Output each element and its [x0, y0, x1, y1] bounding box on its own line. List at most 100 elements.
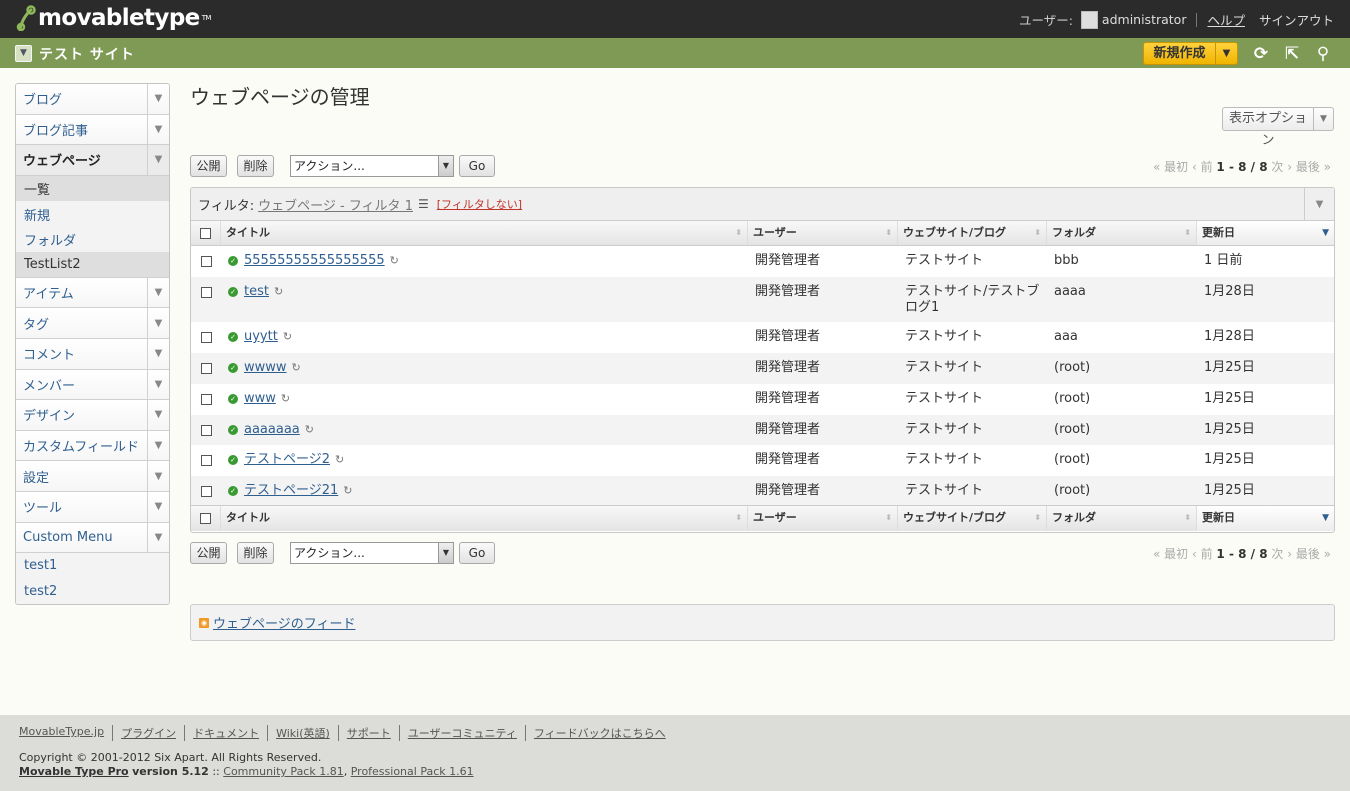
view-page-icon[interactable]: ↻: [335, 452, 344, 468]
webpage-feed-link[interactable]: ウェブページのフィード: [213, 613, 355, 632]
row-checkbox[interactable]: [200, 486, 212, 497]
sidebar-subitem-list[interactable]: 一覧: [16, 175, 169, 202]
title-link[interactable]: テストページ21: [244, 483, 338, 499]
display-options-button[interactable]: 表示オプション ▼: [1222, 107, 1334, 148]
search-icon[interactable]: ⚲: [1313, 44, 1333, 64]
column-header-site[interactable]: ウェブサイト/ブログ ⬍: [898, 221, 1047, 245]
title-link[interactable]: 55555555555555555: [244, 253, 385, 269]
title-link[interactable]: テストページ2: [244, 452, 330, 468]
view-page-icon[interactable]: ↻: [292, 360, 301, 376]
row-checkbox[interactable]: [200, 455, 212, 466]
row-checkbox[interactable]: [200, 332, 212, 343]
sidebar-subitem-testlist2[interactable]: TestList2: [16, 252, 169, 278]
select-all-checkbox[interactable]: [200, 227, 211, 239]
title-link[interactable]: aaaaaaa: [244, 422, 300, 438]
community-pack-link[interactable]: Community Pack 1.81: [223, 765, 343, 778]
row-checkbox[interactable]: [200, 256, 212, 267]
new-create-dropdown-icon[interactable]: ▼: [1216, 43, 1237, 64]
view-page-icon[interactable]: ↻: [305, 422, 314, 438]
chevron-down-icon[interactable]: ▼: [147, 430, 169, 461]
delete-button[interactable]: 削除: [237, 542, 274, 564]
footer-link-plugins[interactable]: プラグイン: [112, 725, 184, 741]
title-link[interactable]: test: [244, 284, 269, 300]
publish-button[interactable]: 公開: [190, 542, 227, 564]
view-site-icon[interactable]: ⇱: [1282, 44, 1302, 64]
row-checkbox[interactable]: [200, 394, 212, 405]
row-checkbox[interactable]: [200, 287, 212, 298]
delete-button[interactable]: 削除: [237, 155, 274, 177]
chevron-down-icon[interactable]: ▼: [1304, 188, 1334, 220]
column-header-site[interactable]: ウェブサイト/ブログ ⬍: [898, 506, 1047, 531]
publish-button[interactable]: 公開: [190, 155, 227, 177]
title-link[interactable]: wwww: [244, 360, 287, 376]
footer-link-movabletype[interactable]: MovableType.jp: [19, 725, 112, 741]
title-link[interactable]: www: [244, 391, 276, 407]
chevron-down-icon[interactable]: ▼: [147, 400, 169, 430]
new-create-button[interactable]: 新規作成 ▼: [1143, 42, 1238, 65]
clear-filter-link[interactable]: [フィルタしない]: [437, 196, 522, 212]
sidebar-item-settings[interactable]: 設定 ▼: [16, 461, 169, 492]
sidebar-item-comments[interactable]: コメント ▼: [16, 338, 169, 370]
sidebar-item-custom-menu[interactable]: Custom Menu ▼: [16, 522, 169, 554]
sidebar-item-design[interactable]: デザイン ▼: [16, 400, 169, 431]
sidebar-item-members[interactable]: メンバー ▼: [16, 369, 169, 401]
sidebar-item-blog[interactable]: ブログ ▼: [16, 84, 169, 115]
column-header-date[interactable]: 更新日 ▼: [1197, 506, 1334, 531]
column-header-title[interactable]: タイトル ⬍: [221, 506, 748, 531]
go-button[interactable]: Go: [459, 155, 495, 177]
sidebar-subitem-folders[interactable]: フォルダ: [16, 226, 169, 253]
chevron-down-icon[interactable]: ▼: [147, 145, 169, 175]
column-header-title[interactable]: タイトル ⬍: [221, 221, 748, 245]
view-page-icon[interactable]: ↻: [274, 284, 283, 300]
sidebar-item-tools[interactable]: ツール ▼: [16, 491, 169, 523]
professional-pack-link[interactable]: Professional Pack 1.61: [351, 765, 474, 778]
view-page-icon[interactable]: ↻: [281, 391, 290, 407]
list-icon[interactable]: ☰: [418, 197, 429, 211]
footer-link-wiki[interactable]: Wiki(英語): [267, 725, 338, 741]
row-checkbox[interactable]: [200, 363, 212, 374]
footer-link-feedback[interactable]: フィードバックはこちらへ: [524, 725, 674, 741]
footer-link-support[interactable]: サポート: [337, 725, 399, 741]
title-link[interactable]: uyytt: [244, 329, 278, 345]
sidebar-item-tags[interactable]: タグ ▼: [16, 308, 169, 339]
footer-link-community[interactable]: ユーザーコミュニティ: [398, 725, 525, 741]
sidebar-item-entries[interactable]: ブログ記事 ▼: [16, 114, 169, 146]
chevron-down-icon[interactable]: ▼: [147, 522, 169, 553]
chevron-down-icon[interactable]: ▼: [147, 369, 169, 400]
column-header-user[interactable]: ユーザー ⬍: [748, 221, 898, 245]
footer-link-docs[interactable]: ドキュメント: [184, 725, 267, 741]
view-page-icon[interactable]: ↻: [283, 329, 292, 345]
sidebar-item-webpages[interactable]: ウェブページ ▼: [16, 145, 169, 176]
sidebar-item-custom-fields[interactable]: カスタムフィールド ▼: [16, 430, 169, 462]
chevron-down-icon[interactable]: ▼: [147, 114, 169, 145]
view-page-icon[interactable]: ↻: [390, 253, 399, 269]
action-select[interactable]: アクション... ▼: [290, 542, 454, 564]
filter-name[interactable]: ウェブページ - フィルタ 1: [258, 195, 413, 214]
sidebar-item-assets[interactable]: アイテム ▼: [16, 277, 169, 309]
select-all-checkbox[interactable]: [200, 513, 211, 524]
user-name[interactable]: administrator: [1102, 12, 1187, 27]
help-link[interactable]: ヘルプ: [1207, 10, 1245, 29]
sidebar-subitem-test2[interactable]: test2: [16, 578, 169, 604]
column-header-folder[interactable]: フォルダ ⬍: [1047, 221, 1197, 245]
column-header-date[interactable]: 更新日 ▼: [1197, 221, 1334, 245]
column-header-user[interactable]: ユーザー ⬍: [748, 506, 898, 531]
chevron-down-icon[interactable]: ▼: [147, 308, 169, 338]
site-name[interactable]: テスト サイト: [39, 44, 135, 64]
product-name[interactable]: Movable Type Pro: [19, 765, 129, 778]
action-select[interactable]: アクション... ▼: [290, 155, 454, 177]
go-button[interactable]: Go: [459, 542, 495, 564]
signout-link[interactable]: サインアウト: [1259, 10, 1334, 29]
column-header-folder[interactable]: フォルダ ⬍: [1047, 506, 1197, 531]
sidebar-subitem-test1[interactable]: test1: [16, 553, 169, 579]
movabletype-logo[interactable]: movabletype TM: [16, 5, 211, 31]
view-page-icon[interactable]: ↻: [343, 483, 352, 499]
chevron-down-icon[interactable]: ▼: [147, 84, 169, 114]
rebuild-icon[interactable]: ⟳: [1251, 44, 1271, 64]
chevron-down-icon[interactable]: ▼: [147, 277, 169, 308]
site-switcher-chevron-icon[interactable]: ▼: [15, 45, 32, 62]
chevron-down-icon[interactable]: ▼: [147, 338, 169, 369]
chevron-down-icon[interactable]: ▼: [147, 461, 169, 491]
sidebar-subitem-new[interactable]: 新規: [16, 201, 169, 227]
chevron-down-icon[interactable]: ▼: [147, 491, 169, 522]
